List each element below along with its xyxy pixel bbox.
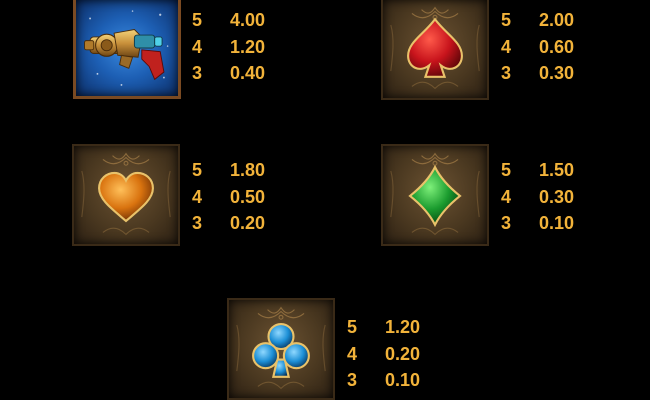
payout-value: 1.20	[230, 36, 266, 57]
payout-value: 0.20	[230, 213, 266, 233]
payout-value: 0.60	[539, 36, 575, 57]
symbol-count: 3	[192, 63, 203, 83]
payout-row: 5 2.00	[501, 7, 574, 34]
payout-row: 5 4.00	[192, 7, 265, 34]
payout-row: 4 0.30	[501, 184, 574, 211]
symbol-count: 3	[347, 370, 358, 390]
payout-row: 3 0.40	[192, 60, 265, 87]
symbol-count: 4	[192, 36, 203, 57]
payout-list-heart: 5 1.80 4 0.50 3 0.20	[192, 157, 265, 237]
heart-icon	[98, 171, 154, 223]
symbol-count: 5	[347, 317, 358, 337]
ray-gun-icon	[84, 10, 169, 86]
payout-row: 4 0.20	[347, 341, 420, 368]
payout-value: 0.10	[539, 213, 575, 233]
diamond-icon	[408, 164, 462, 228]
club-icon	[252, 322, 310, 378]
payout-row: 4 0.50	[192, 184, 265, 211]
symbol-tile-club	[227, 298, 335, 400]
symbol-count: 4	[347, 343, 358, 364]
payout-row: 4 0.60	[501, 34, 574, 61]
payout-value: 4.00	[230, 10, 266, 30]
payout-row: 3 0.10	[347, 367, 420, 394]
symbol-count: 5	[501, 160, 512, 180]
payout-value: 1.80	[230, 160, 266, 180]
payout-row: 4 1.20	[192, 34, 265, 61]
symbol-count: 3	[192, 213, 203, 233]
payout-value: 1.50	[539, 160, 575, 180]
symbol-tile-ray-gun	[73, 0, 181, 99]
payout-list-spade: 5 2.00 4 0.60 3 0.30	[501, 7, 574, 87]
payout-row: 3 0.10	[501, 210, 574, 237]
symbol-count: 5	[192, 160, 203, 180]
payout-value: 0.20	[385, 343, 421, 364]
payout-list-ray-gun: 5 4.00 4 1.20 3 0.40	[192, 7, 265, 87]
payout-value: 0.50	[230, 186, 266, 207]
symbol-count: 5	[192, 10, 203, 30]
payout-value: 1.20	[385, 317, 421, 337]
symbol-tile-diamond	[381, 144, 489, 246]
payout-value: 0.30	[539, 63, 575, 83]
payout-row: 5 1.50	[501, 157, 574, 184]
symbol-count: 5	[501, 10, 512, 30]
symbol-count: 3	[501, 213, 512, 233]
symbol-tile-spade	[381, 0, 489, 100]
payout-row: 5 1.20	[347, 314, 420, 341]
symbol-count: 4	[192, 186, 203, 207]
symbol-tile-heart	[72, 144, 180, 246]
payout-value: 0.40	[230, 63, 266, 83]
payout-list-diamond: 5 1.50 4 0.30 3 0.10	[501, 157, 574, 237]
payout-row: 5 1.80	[192, 157, 265, 184]
spade-icon	[407, 17, 463, 78]
payout-row: 3 0.30	[501, 60, 574, 87]
payout-value: 0.30	[539, 186, 575, 207]
payout-value: 0.10	[385, 370, 421, 390]
symbol-count: 3	[501, 63, 512, 83]
payout-value: 2.00	[539, 10, 575, 30]
symbol-count: 4	[501, 36, 512, 57]
payout-row: 3 0.20	[192, 210, 265, 237]
symbol-count: 4	[501, 186, 512, 207]
payout-list-club: 5 1.20 4 0.20 3 0.10	[347, 314, 420, 394]
